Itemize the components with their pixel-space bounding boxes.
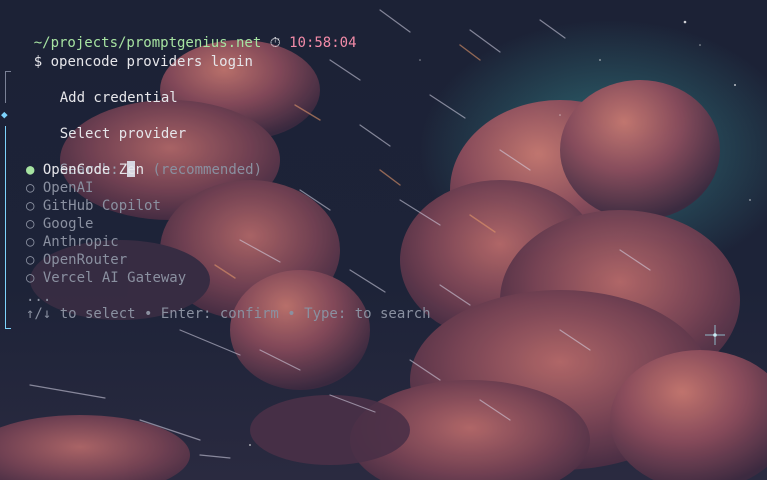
radio-unselected-icon: ○ (26, 270, 35, 286)
command-line: $ opencode providers login (0, 35, 253, 70)
provider-option-name: OpenCode Zen (42, 162, 145, 178)
provider-option-note: (recommended) (152, 162, 263, 178)
provider-option-name: Vercel AI Gateway (42, 270, 187, 286)
provider-option-name: Anthropic (42, 234, 119, 250)
active-step-diamond-icon: ◆ (1, 108, 8, 121)
step-select-provider: Select provider (26, 107, 186, 142)
keyboard-hint: ↑/↓ to select • Enter: confirm • Type: t… (26, 306, 431, 322)
wizard-gutter-top (5, 71, 6, 103)
clock-icon: ⏱ (269, 35, 281, 51)
radio-unselected-icon: ○ (26, 234, 35, 250)
provider-option-name: OpenAI (42, 180, 94, 196)
terminal-window[interactable]: ~/projects/promptgenius.net ⏱ 10:58:04 $… (0, 0, 767, 480)
provider-option[interactable]: ○ GitHub Copilot (26, 197, 161, 215)
more-indicator: ... (26, 289, 52, 305)
provider-option[interactable]: ○ OpenAI (26, 179, 93, 197)
step-add-credential: Add credential (26, 71, 178, 106)
radio-unselected-icon: ○ (26, 252, 35, 268)
provider-option[interactable]: ○ Google (26, 215, 93, 233)
prompt-time: 10:58:04 (289, 35, 357, 51)
command-text: opencode providers login (50, 54, 253, 70)
wizard-gutter-active (5, 126, 6, 328)
step-add-credential-label: Add credential (59, 90, 178, 106)
radio-unselected-icon: ○ (26, 216, 35, 232)
prompt-symbol: $ (33, 54, 43, 70)
radio-unselected-icon: ○ (26, 198, 35, 214)
prompt-line: ~/projects/promptgenius.net ⏱ 10:58:04 (0, 16, 357, 51)
radio-unselected-icon: ○ (26, 180, 35, 196)
provider-option[interactable]: ● OpenCode Zen (recommended) (26, 161, 262, 179)
provider-option-name: Google (42, 216, 94, 232)
provider-option[interactable]: ○ Anthropic (26, 233, 119, 251)
provider-option-name: OpenRouter (42, 252, 128, 268)
wizard-corner-bottom (5, 328, 11, 329)
provider-option[interactable]: ○ OpenRouter (26, 251, 127, 269)
provider-option-name: GitHub Copilot (42, 198, 161, 214)
radio-selected-icon: ● (26, 162, 35, 178)
provider-option[interactable]: ○ Vercel AI Gateway (26, 269, 186, 287)
step-select-provider-label: Select provider (59, 126, 187, 142)
search-row[interactable]: Search: (26, 143, 136, 178)
